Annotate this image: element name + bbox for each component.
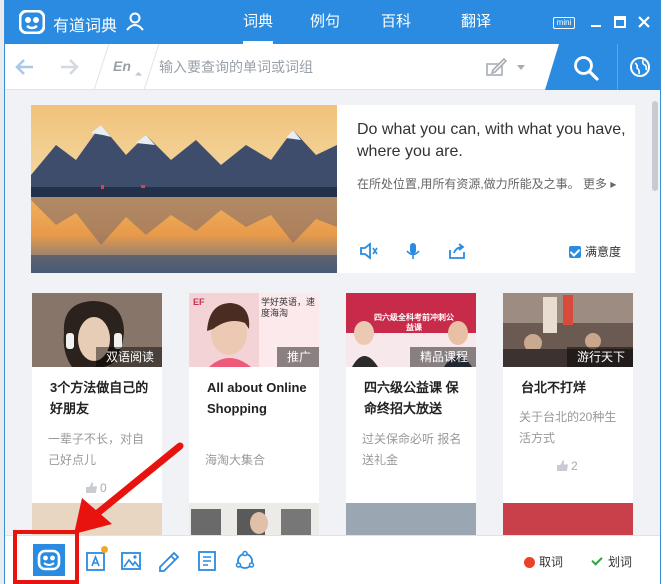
language-dropdown-icon[interactable] [134, 71, 143, 80]
card-category-tag: 双语阅读 [95, 347, 162, 367]
handwriting-icon[interactable] [485, 57, 507, 77]
card-title: 台北不打烊 [521, 380, 587, 395]
ocr-button[interactable] [84, 546, 108, 573]
title-bar: 有道词典 词典 例句 百科 翻译 mini [5, 0, 660, 44]
card-image: 游行天下 [503, 293, 633, 367]
search-icon [574, 56, 599, 81]
thumbs-up-icon [557, 460, 568, 471]
card-category-tag: 游行天下 [566, 347, 633, 367]
card-title: 四六级公益课 保命终招大放送 [364, 380, 459, 416]
feed-card-partial[interactable] [503, 503, 633, 535]
daily-sentence-translation: 在所处位置,用所有资源,做力所能及之事。 [357, 177, 580, 191]
card-description: 海淘大集合 [205, 453, 266, 467]
app-name: 有道词典 [53, 18, 118, 35]
speaker-icon[interactable] [359, 241, 379, 261]
word-capture-label: 取词 [539, 555, 564, 569]
card-description: 关于台北的20种生活方式 [519, 410, 617, 445]
card-description: 过关保命必听 报名送礼金 [362, 432, 462, 467]
search-input[interactable] [159, 54, 469, 80]
tab-dictionary[interactable]: 词典 [223, 0, 293, 44]
more-link[interactable]: 更多 ▸ [583, 177, 616, 191]
document-icon[interactable] [195, 549, 219, 573]
youdao-logo-icon [19, 10, 45, 34]
close-icon[interactable] [635, 13, 653, 31]
word-select-label: 划词 [608, 555, 633, 569]
feed-card-partial[interactable] [346, 503, 476, 535]
card-image: 四六级全科考前冲刺公益课 精品课程 [346, 293, 476, 367]
mini-mode-button[interactable]: mini [553, 17, 575, 29]
divider [143, 44, 160, 90]
user-icon[interactable] [125, 11, 145, 31]
card-category-tag: 推广 [276, 347, 319, 367]
tab-encyclopedia[interactable]: 百科 [361, 0, 431, 44]
like-count-value: 2 [571, 459, 578, 473]
back-arrow-icon[interactable] [13, 55, 37, 79]
card-title: All about Online Shopping [207, 380, 307, 416]
check-icon [591, 554, 603, 566]
bottom-toolbar: 取词 划词 [5, 535, 660, 584]
web-search-button[interactable] [617, 44, 660, 90]
daily-sentence-chinese: 在所处位置,用所有资源,做力所能及之事。 更多 ▸ [357, 173, 629, 195]
pen-icon[interactable] [157, 549, 181, 573]
daily-sentence-image [31, 105, 337, 273]
phone-promo-image [189, 503, 319, 535]
scrollbar[interactable] [652, 101, 658, 191]
word-capture-toggle[interactable]: 取词 [524, 553, 563, 570]
like-count[interactable]: 2 [557, 459, 578, 473]
capture-status-icon [524, 557, 535, 568]
course-banner-text: 四六级全科考前冲刺公益课 [374, 313, 454, 332]
ef-logo-text: EF [193, 297, 205, 307]
card-category-tag: 精品课程 [409, 347, 476, 367]
globe-icon [630, 57, 650, 77]
microphone-icon[interactable] [403, 241, 423, 261]
feed-card[interactable]: 游行天下 台北不打烊 关于台北的20种生活方式 2 [503, 293, 633, 511]
search-bar: En [5, 44, 660, 90]
handwriting-dropdown-icon[interactable] [517, 65, 525, 70]
card-title: 3个方法做自己的好朋友 [50, 380, 149, 416]
image-translate-icon[interactable] [119, 549, 143, 573]
minimize-icon[interactable] [587, 13, 605, 31]
annotation-arrow-icon [74, 442, 184, 534]
tab-examples[interactable]: 例句 [290, 0, 360, 44]
daily-sentence-card[interactable]: Do what you can, with what you have, whe… [31, 105, 635, 273]
share-icon[interactable] [447, 241, 467, 261]
notification-dot [101, 546, 108, 553]
maximize-icon[interactable] [611, 13, 629, 31]
feed-card-partial[interactable] [189, 503, 319, 535]
search-button[interactable] [545, 44, 617, 90]
card-image: 双语阅读 [32, 293, 162, 367]
sync-icon[interactable] [233, 549, 257, 573]
card-image: EF 学好英语，速度海淘 推广 [189, 293, 319, 367]
satisfaction-checkbox[interactable]: 满意度 [569, 243, 621, 260]
divider [93, 44, 110, 90]
forward-arrow-icon[interactable] [57, 55, 81, 79]
daily-sentence-english: Do what you can, with what you have, whe… [357, 121, 626, 160]
tab-translate[interactable]: 翻译 [441, 0, 511, 44]
feed-card[interactable]: 四六级全科考前冲刺公益课 精品课程 四六级公益课 保命终招大放送 过关保命必听 … [346, 293, 476, 511]
checkbox-checked-icon [569, 246, 581, 258]
feed-card[interactable]: EF 学好英语，速度海淘 推广 All about Online Shoppin… [189, 293, 319, 511]
language-selector[interactable]: En [113, 58, 131, 74]
word-select-toggle[interactable]: 划词 [591, 553, 633, 570]
promo-headline: 学好英语，速度海淘 [261, 297, 316, 318]
satisfaction-label: 满意度 [585, 245, 622, 259]
